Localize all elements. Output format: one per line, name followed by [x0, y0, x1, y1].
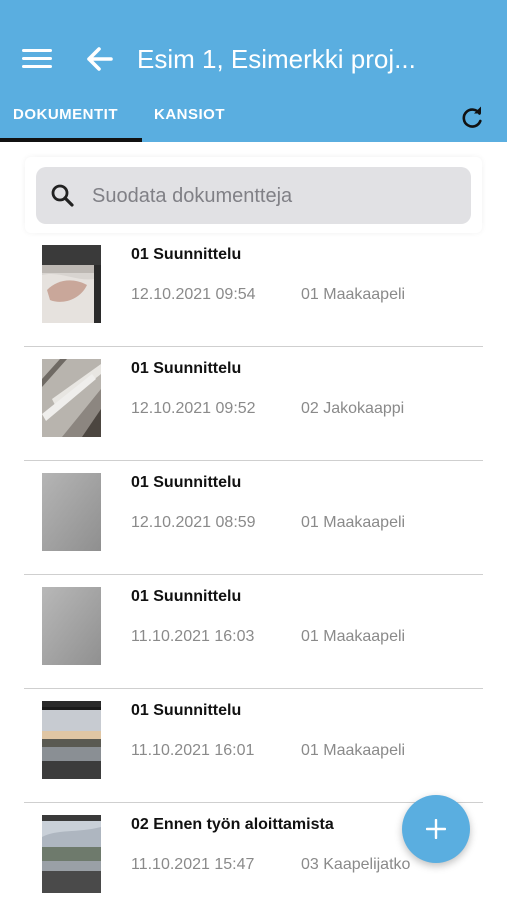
- document-title: 01 Suunnittelu: [131, 246, 242, 263]
- document-title: 01 Suunnittelu: [131, 702, 242, 719]
- document-title: 02 Ennen työn aloittamista: [131, 816, 334, 833]
- add-document-button[interactable]: [402, 795, 470, 863]
- active-tab-indicator: [0, 138, 142, 142]
- refresh-icon[interactable]: [459, 105, 485, 131]
- document-title: 01 Suunnittelu: [131, 360, 242, 377]
- search-bar: [36, 167, 471, 224]
- document-thumbnail: [42, 473, 101, 551]
- app-bar: Esim 1, Esimerkki proj... DOKUMENTIT KAN…: [0, 0, 507, 142]
- document-folder: 01 Maakaapeli: [301, 742, 406, 759]
- document-thumbnail: [42, 815, 101, 893]
- document-date: 11.10.2021 16:03: [131, 628, 255, 645]
- document-thumbnail: [42, 587, 101, 665]
- search-input[interactable]: [90, 181, 464, 211]
- search-container: [25, 157, 482, 233]
- list-item[interactable]: 01 Suunnittelu 12.10.2021 08:59 01 Maaka…: [0, 461, 507, 575]
- document-folder: 02 Jakokaappi: [301, 400, 405, 417]
- document-thumbnail: [42, 359, 101, 437]
- document-date: 12.10.2021 09:52: [131, 400, 256, 417]
- document-folder: 01 Maakaapeli: [301, 514, 406, 531]
- document-date: 12.10.2021 09:54: [131, 286, 256, 303]
- document-date: 11.10.2021 15:47: [131, 856, 255, 873]
- list-item[interactable]: 01 Suunnittelu 11.10.2021 16:01 01 Maaka…: [0, 689, 507, 803]
- document-thumbnail: [42, 701, 101, 779]
- hamburger-menu-icon[interactable]: [22, 47, 52, 71]
- page-title: Esim 1, Esimerkki proj...: [137, 44, 416, 74]
- document-date: 12.10.2021 08:59: [131, 514, 256, 531]
- document-folder: 03 Kaapelijatko: [301, 856, 411, 873]
- search-icon: [50, 183, 76, 209]
- document-thumbnail: [42, 245, 101, 323]
- list-item[interactable]: 01 Suunnittelu 12.10.2021 09:52 02 Jakok…: [0, 347, 507, 461]
- tab-folders[interactable]: KANSIOT: [154, 106, 225, 123]
- plus-icon: [426, 819, 446, 839]
- document-folder: 01 Maakaapeli: [301, 628, 406, 645]
- document-title: 01 Suunnittelu: [131, 588, 242, 605]
- document-title: 01 Suunnittelu: [131, 474, 242, 491]
- tab-documents[interactable]: DOKUMENTIT: [13, 106, 118, 123]
- document-date: 11.10.2021 16:01: [131, 742, 255, 759]
- list-item[interactable]: 01 Suunnittelu 12.10.2021 09:54 01 Maaka…: [0, 233, 507, 347]
- back-arrow-icon[interactable]: [84, 44, 114, 74]
- list-item[interactable]: 01 Suunnittelu 11.10.2021 16:03 01 Maaka…: [0, 575, 507, 689]
- document-folder: 01 Maakaapeli: [301, 286, 406, 303]
